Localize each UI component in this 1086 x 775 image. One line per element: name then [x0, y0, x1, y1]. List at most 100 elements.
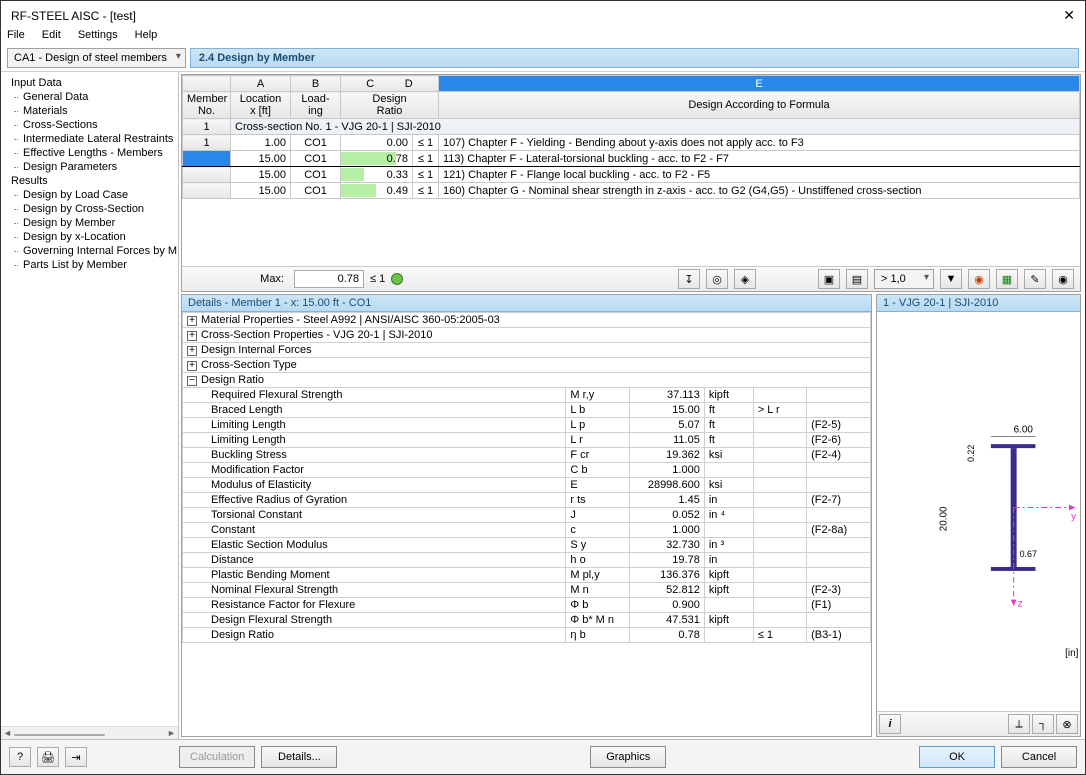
- row-hdr[interactable]: 1: [183, 119, 231, 135]
- detail-compare: [753, 538, 806, 553]
- cancel-button[interactable]: Cancel: [1001, 746, 1077, 768]
- head-member: MemberNo.: [183, 92, 231, 119]
- expand-icon[interactable]: +: [187, 346, 197, 356]
- toolbar-btn-eye[interactable]: ◉: [1052, 269, 1074, 289]
- collapse-icon[interactable]: −: [187, 376, 197, 386]
- details-section[interactable]: −Design Ratio: [183, 373, 871, 388]
- details-section[interactable]: +Cross-Section Type: [183, 358, 871, 373]
- cell-location[interactable]: 15.00: [231, 151, 291, 167]
- tree-item[interactable]: Materials: [5, 104, 174, 118]
- cell-loading[interactable]: CO1: [291, 183, 341, 199]
- scroll-right-icon[interactable]: ►: [165, 728, 178, 738]
- tree-item[interactable]: Effective Lengths - Members: [5, 146, 174, 160]
- menu-file[interactable]: File: [7, 29, 25, 41]
- sidebar-h-scrollbar[interactable]: ◄ ►: [1, 726, 178, 739]
- cell-ratio[interactable]: 0.00: [341, 135, 413, 151]
- detail-value: 37.113: [630, 388, 705, 403]
- tree-item[interactable]: General Data: [5, 90, 174, 104]
- cell-loading[interactable]: CO1: [291, 135, 341, 151]
- row-hdr[interactable]: [183, 167, 231, 183]
- detail-symbol: S y: [566, 538, 630, 553]
- export-icon[interactable]: ⇥: [65, 747, 87, 767]
- help-icon[interactable]: ?: [9, 747, 31, 767]
- row-hdr[interactable]: 1: [183, 135, 231, 151]
- filter-combo[interactable]: > 1,0▾: [874, 269, 934, 289]
- ok-button[interactable]: OK: [919, 746, 995, 768]
- max-value-input[interactable]: [294, 270, 364, 288]
- toolbar-btn-filter[interactable]: ▼: [940, 269, 962, 289]
- cell-location[interactable]: 15.00: [231, 167, 291, 183]
- details-section[interactable]: +Cross-Section Properties - VJG 20-1 | S…: [183, 328, 871, 343]
- close-icon[interactable]: ✕: [1063, 7, 1075, 24]
- tree-item[interactable]: Governing Internal Forces by M: [5, 244, 174, 258]
- row-hdr[interactable]: [183, 183, 231, 199]
- cell-desc[interactable]: 121) Chapter F - Flange local buckling -…: [439, 167, 1080, 183]
- tree-group[interactable]: Input Data: [5, 76, 174, 90]
- case-combo[interactable]: CA1 - Design of steel members ▾: [7, 48, 186, 68]
- cell-desc[interactable]: 113) Chapter F - Lateral-torsional buckl…: [439, 151, 1080, 167]
- menu-settings[interactable]: Settings: [78, 29, 118, 41]
- tree-item[interactable]: Parts List by Member: [5, 258, 174, 272]
- head-design-ratio: DesignRatio: [341, 92, 439, 119]
- menu-help[interactable]: Help: [135, 29, 158, 41]
- toolbar-btn-3[interactable]: ◈: [734, 269, 756, 289]
- xs-btn-1[interactable]: ⟂: [1008, 714, 1030, 734]
- details-button[interactable]: Details...: [261, 746, 337, 768]
- row-hdr[interactable]: [183, 151, 231, 167]
- cell-desc[interactable]: 160) Chapter G - Nominal shear strength …: [439, 183, 1080, 199]
- toolbar-btn-globe[interactable]: ◉: [968, 269, 990, 289]
- detail-value: 1.000: [630, 523, 705, 538]
- print-icon[interactable]: 🖨: [37, 747, 59, 767]
- expand-icon[interactable]: +: [187, 316, 197, 326]
- details-title: Details - Member 1 - x: 15.00 ft - CO1: [182, 295, 871, 312]
- tree-item[interactable]: Design by x-Location: [5, 230, 174, 244]
- toolbar-btn-pick[interactable]: ✎: [1024, 269, 1046, 289]
- tree-group[interactable]: Results: [5, 174, 174, 188]
- scroll-thumb[interactable]: [14, 734, 105, 736]
- expand-icon[interactable]: +: [187, 361, 197, 371]
- detail-name: Torsional Constant: [183, 508, 566, 523]
- col-e: E: [439, 76, 1080, 92]
- scroll-left-icon[interactable]: ◄: [1, 728, 14, 738]
- tree-item[interactable]: Design by Load Case: [5, 188, 174, 202]
- cell-ratio[interactable]: 0.49: [341, 183, 413, 199]
- col-b: B: [291, 76, 341, 92]
- graphics-button[interactable]: Graphics: [590, 746, 666, 768]
- cell-location[interactable]: 15.00: [231, 183, 291, 199]
- cell-ratio[interactable]: 0.33: [341, 167, 413, 183]
- tree-item[interactable]: Design by Cross-Section: [5, 202, 174, 216]
- detail-ref: (F2-3): [807, 583, 871, 598]
- details-section[interactable]: +Material Properties - Steel A992 | ANSI…: [183, 313, 871, 328]
- cell-desc[interactable]: 107) Chapter F - Yielding - Bending abou…: [439, 135, 1080, 151]
- tree-item[interactable]: Cross-Sections: [5, 118, 174, 132]
- cell-loading[interactable]: CO1: [291, 151, 341, 167]
- toolbar-btn-4[interactable]: ▣: [818, 269, 840, 289]
- toolbar-btn-5[interactable]: ▤: [846, 269, 868, 289]
- detail-name: Buckling Stress: [183, 448, 566, 463]
- cell-loading[interactable]: CO1: [291, 167, 341, 183]
- section-header: 2.4 Design by Member: [190, 48, 1079, 68]
- cell-location[interactable]: 1.00: [231, 135, 291, 151]
- xs-btn-3[interactable]: ⊗: [1056, 714, 1078, 734]
- expand-icon[interactable]: +: [187, 331, 197, 341]
- tree-item[interactable]: Design Parameters: [5, 160, 174, 174]
- menu-edit[interactable]: Edit: [42, 29, 61, 41]
- detail-compare: [753, 448, 806, 463]
- tree-item[interactable]: Design by Member: [5, 216, 174, 230]
- details-section[interactable]: +Design Internal Forces: [183, 343, 871, 358]
- xs-btn-2[interactable]: ┐: [1032, 714, 1054, 734]
- detail-unit: in: [704, 493, 753, 508]
- tree-item[interactable]: Intermediate Lateral Restraints: [5, 132, 174, 146]
- max-label: Max:: [188, 273, 288, 285]
- details-grid[interactable]: +Material Properties - Steel A992 | ANSI…: [182, 312, 871, 736]
- detail-compare: [753, 478, 806, 493]
- detail-compare: [753, 553, 806, 568]
- toolbar-btn-2[interactable]: ◎: [706, 269, 728, 289]
- cell-ratio[interactable]: 0.78: [341, 151, 413, 167]
- toolbar-btn-excel[interactable]: ▦: [996, 269, 1018, 289]
- xs-info-icon[interactable]: i: [879, 714, 901, 734]
- toolbar-btn-1[interactable]: ↧: [678, 269, 700, 289]
- detail-symbol: Φ b* M n: [566, 613, 630, 628]
- results-grid[interactable]: A B C D E MemberNo. Locationx [ft] Load-…: [181, 74, 1081, 292]
- calculation-button[interactable]: Calculation: [179, 746, 255, 768]
